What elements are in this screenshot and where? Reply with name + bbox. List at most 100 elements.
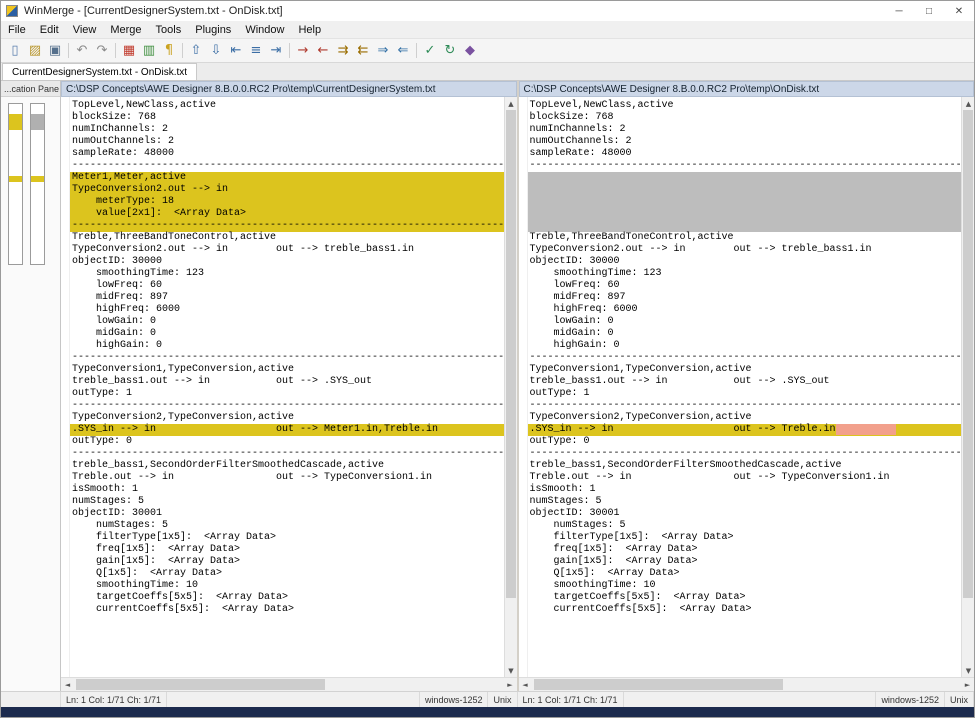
left-vertical-scrollbar[interactable]: ▲ ▼ xyxy=(504,97,517,677)
code-line xyxy=(528,196,962,208)
right-cursor-position: Ln: 1 Col: 1/71 Ch: 1/71 xyxy=(518,692,624,707)
right-vscroll-track[interactable] xyxy=(962,110,974,664)
code-line: lowGain: 0 xyxy=(70,316,504,328)
menu-plugins[interactable]: Plugins xyxy=(188,24,238,36)
location-pane-close-icon[interactable]: ✕ xyxy=(59,83,60,94)
winmerge-window: WinMerge - [CurrentDesignerSystem.txt - … xyxy=(0,0,975,718)
code-line: TopLevel,NewClass,active xyxy=(528,100,962,112)
maximize-button[interactable]: □ xyxy=(914,1,944,21)
right-file-path: C:\DSP Concepts\AWE Designer 8.B.0.0.RC2… xyxy=(524,84,820,95)
prev-difference-icon[interactable]: ⇧ xyxy=(186,41,206,61)
left-file-path: C:\DSP Concepts\AWE Designer 8.B.0.0.RC2… xyxy=(66,84,436,95)
menu-merge[interactable]: Merge xyxy=(103,24,148,36)
copy-right-icon[interactable]: → xyxy=(293,41,313,61)
copy-left-advance-icon[interactable]: ⇇ xyxy=(353,41,373,61)
menu-help[interactable]: Help xyxy=(291,24,328,36)
code-line: Treble,ThreeBandToneControl,active xyxy=(528,232,962,244)
auto-merge-icon[interactable]: ✓ xyxy=(420,41,440,61)
left-horizontal-scrollbar[interactable]: ◄ ► xyxy=(61,677,517,691)
left-hscroll-thumb[interactable] xyxy=(76,679,325,690)
left-file-path-header[interactable]: C:\DSP Concepts\AWE Designer 8.B.0.0.RC2… xyxy=(61,81,517,97)
right-hscroll-track[interactable] xyxy=(532,678,962,691)
right-pane-status: Ln: 1 Col: 1/71 Ch: 1/71 windows-1252 Un… xyxy=(518,692,975,707)
scroll-left-icon[interactable]: ◄ xyxy=(519,678,532,691)
current-difference-icon[interactable]: ≡ xyxy=(246,41,266,61)
left-vscroll-thumb[interactable] xyxy=(506,110,516,598)
code-line: ----------------------------------------… xyxy=(528,160,962,172)
code-line: gain[1x5]: <Array Data> xyxy=(70,556,504,568)
location-pane-title: ...cation Pane xyxy=(4,84,59,94)
menubar: File Edit View Merge Tools Plugins Windo… xyxy=(1,21,974,39)
diff-marker[interactable] xyxy=(9,114,22,130)
save-icon[interactable]: ▣ xyxy=(45,41,65,61)
menu-edit[interactable]: Edit xyxy=(33,24,66,36)
scroll-right-icon[interactable]: ► xyxy=(961,678,974,691)
toolbar-separator xyxy=(68,43,69,58)
refresh-icon[interactable]: ↻ xyxy=(440,41,460,61)
open-icon[interactable]: ▨ xyxy=(25,41,45,61)
menu-file[interactable]: File xyxy=(1,24,33,36)
code-line: numOutChannels: 2 xyxy=(70,136,504,148)
code-line: numStages: 5 xyxy=(70,520,504,532)
tab-current-compare[interactable]: CurrentDesignerSystem.txt - OnDisk.txt xyxy=(2,63,197,80)
code-line: ----------------------------------------… xyxy=(70,352,504,364)
left-pane-status: Ln: 1 Col: 1/71 Ch: 1/71 windows-1252 Un… xyxy=(61,692,518,707)
all-right-icon[interactable]: ⇒ xyxy=(373,41,393,61)
copy-left-icon[interactable]: ← xyxy=(313,41,333,61)
diff-marker[interactable] xyxy=(31,176,44,182)
statusbar: Ln: 1 Col: 1/71 Ch: 1/71 windows-1252 Un… xyxy=(1,691,974,707)
left-hscroll-track[interactable] xyxy=(74,678,504,691)
close-button[interactable]: ✕ xyxy=(944,1,974,21)
left-editor[interactable]: TopLevel,NewClass,activeblockSize: 768nu… xyxy=(70,97,504,677)
code-line: gain[1x5]: <Array Data> xyxy=(528,556,962,568)
undo-icon[interactable]: ↶ xyxy=(72,41,92,61)
view-whitespace-icon[interactable]: ¶ xyxy=(159,41,179,61)
code-line: outType: 1 xyxy=(528,388,962,400)
diff-marker[interactable] xyxy=(31,114,44,130)
code-line: ----------------------------------------… xyxy=(528,448,962,460)
location-bar-right-file[interactable] xyxy=(30,103,45,265)
minimize-button[interactable]: ─ xyxy=(884,1,914,21)
scroll-left-icon[interactable]: ◄ xyxy=(61,678,74,691)
code-line: meterType: 18 xyxy=(70,196,504,208)
menu-tools[interactable]: Tools xyxy=(149,24,189,36)
redo-icon[interactable]: ↷ xyxy=(92,41,112,61)
toolbar-separator xyxy=(115,43,116,58)
filters-icon[interactable]: ▥ xyxy=(139,41,159,61)
copy-right-advance-icon[interactable]: ⇉ xyxy=(333,41,353,61)
first-difference-icon[interactable]: ⇤ xyxy=(226,41,246,61)
code-line: highFreq: 6000 xyxy=(70,304,504,316)
code-line xyxy=(528,184,962,196)
next-difference-icon[interactable]: ⇩ xyxy=(206,41,226,61)
all-left-icon[interactable]: ⇐ xyxy=(393,41,413,61)
scroll-up-icon[interactable]: ▲ xyxy=(962,97,975,110)
location-map[interactable] xyxy=(1,97,60,691)
right-file-path-header[interactable]: C:\DSP Concepts\AWE Designer 8.B.0.0.RC2… xyxy=(519,81,975,97)
code-line: TypeConversion2.out --> in out --> trebl… xyxy=(70,244,504,256)
left-vscroll-track[interactable] xyxy=(505,110,517,664)
code-line: numStages: 5 xyxy=(528,520,962,532)
menu-window[interactable]: Window xyxy=(238,24,291,36)
statusbar-location-segment xyxy=(1,692,61,707)
location-bar-left-file[interactable] xyxy=(8,103,23,265)
code-line: TypeConversion2,TypeConversion,active xyxy=(528,412,962,424)
scroll-down-icon[interactable]: ▼ xyxy=(962,664,975,677)
code-line: TypeConversion2.out --> in out --> trebl… xyxy=(528,244,962,256)
right-editor[interactable]: TopLevel,NewClass,activeblockSize: 768nu… xyxy=(528,97,962,677)
right-hscroll-thumb[interactable] xyxy=(534,679,783,690)
menu-view[interactable]: View xyxy=(66,24,104,36)
code-line: targetCoeffs[5x5]: <Array Data> xyxy=(70,592,504,604)
right-selection-margin xyxy=(519,97,528,677)
left-eol-style: Unix xyxy=(488,692,517,707)
new-icon[interactable]: ▯ xyxy=(5,41,25,61)
diff-marker[interactable] xyxy=(9,176,22,182)
scroll-right-icon[interactable]: ► xyxy=(504,678,517,691)
right-horizontal-scrollbar[interactable]: ◄ ► xyxy=(519,677,975,691)
right-vertical-scrollbar[interactable]: ▲ ▼ xyxy=(961,97,974,677)
code-line: smoothingTime: 123 xyxy=(70,268,504,280)
last-difference-icon[interactable]: ⇥ xyxy=(266,41,286,61)
right-vscroll-thumb[interactable] xyxy=(963,110,973,598)
options-icon[interactable]: ▦ xyxy=(119,41,139,61)
code-line: midFreq: 897 xyxy=(528,292,962,304)
plugins-icon[interactable]: ◆ xyxy=(460,41,480,61)
